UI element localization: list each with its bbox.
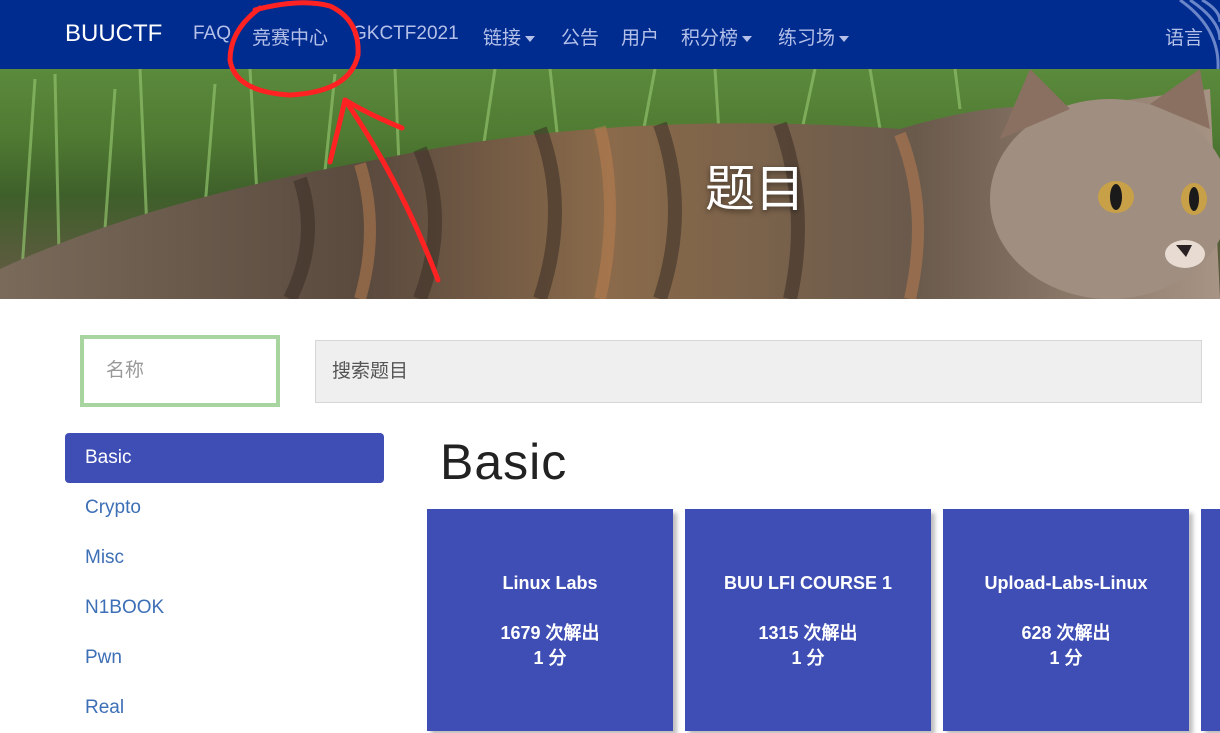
nav-item-scoreboard-label: 积分榜 [681,28,739,49]
category-item-basic[interactable]: Basic [65,433,384,483]
search-challenges-field[interactable] [315,340,1202,403]
page-title: 题目 [705,161,805,217]
category-item-crypto[interactable]: Crypto [65,483,384,533]
nav-item-links[interactable]: 链接 [483,23,536,50]
challenge-card-partial[interactable] [1201,509,1220,731]
caret-down-icon [525,35,536,42]
nav-item-links-label: 链接 [483,28,522,49]
challenge-points: 1 分 [791,648,825,668]
challenge-name: Linux Labs [502,573,598,593]
challenge-solves: 1315 次解出 [758,623,858,643]
top-navbar: BUUCTF FAQ 竞赛中心 GKCTF2021 链接 公告 用户 积分榜 练… [0,0,1220,69]
challenge-solves: 1679 次解出 [500,623,600,643]
challenge-card[interactable]: Linux Labs 1679 次解出 1 分 [427,509,673,731]
challenge-name: Upload-Labs-Linux [984,573,1148,593]
name-filter-field[interactable] [80,335,280,407]
category-sidebar: Basic Crypto Misc N1BOOK Pwn Real [65,433,384,733]
nav-item-practice-label: 练习场 [778,28,836,49]
nav-item-faq[interactable]: FAQ [193,23,231,45]
challenge-card[interactable]: BUU LFI COURSE 1 1315 次解出 1 分 [685,509,931,731]
name-filter-input[interactable] [84,339,276,403]
category-item-n1book[interactable]: N1BOOK [65,583,384,633]
caret-down-icon [742,35,753,42]
challenge-card[interactable]: Upload-Labs-Linux 628 次解出 1 分 [943,509,1189,731]
search-challenges-input[interactable] [316,341,1201,402]
category-item-real[interactable]: Real [65,683,384,733]
section-title: Basic [440,434,568,490]
challenge-name: BUU LFI COURSE 1 [723,573,892,593]
category-item-misc[interactable]: Misc [65,533,384,583]
challenge-points: 1 分 [533,648,567,668]
nav-item-users[interactable]: 用户 [621,23,659,50]
nav-item-announcements[interactable]: 公告 [561,23,599,50]
nav-item-scoreboard[interactable]: 积分榜 [681,23,753,50]
challenge-solves: 628 次解出 [1021,623,1111,643]
challenge-points: 1 分 [1049,648,1083,668]
nav-item-gkctf2021[interactable]: GKCTF2021 [352,23,459,45]
nav-item-competition-center[interactable]: 竞赛中心 [252,23,328,50]
category-item-pwn[interactable]: Pwn [65,633,384,683]
corner-decoration [1179,0,1220,69]
nav-item-practice[interactable]: 练习场 [778,23,850,50]
caret-down-icon [839,35,850,42]
brand-logo[interactable]: BUUCTF [65,20,162,48]
hero-banner: 题目 [0,69,1220,299]
